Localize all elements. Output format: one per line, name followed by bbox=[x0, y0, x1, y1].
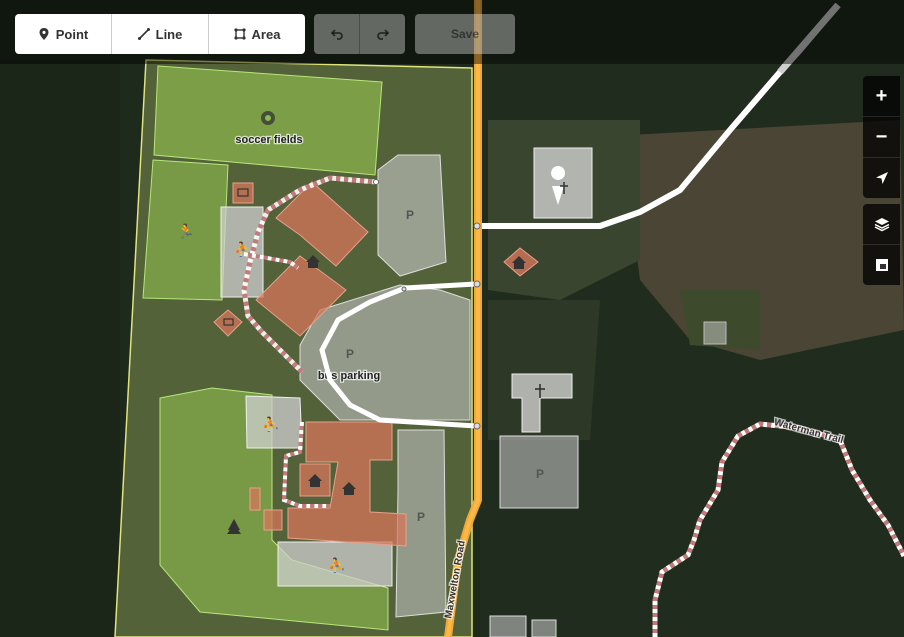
add-point-button[interactable]: Point bbox=[15, 14, 112, 54]
parking-symbol: P bbox=[417, 510, 425, 524]
small-building-2[interactable] bbox=[263, 509, 283, 531]
add-line-button[interactable]: Line bbox=[112, 14, 209, 54]
playground-icon: ⛹ bbox=[328, 556, 345, 574]
parking-lot-south[interactable] bbox=[489, 615, 527, 637]
area-label: Area bbox=[251, 26, 281, 42]
undo-icon bbox=[330, 29, 343, 40]
add-area-button[interactable]: Area bbox=[209, 14, 305, 54]
history-button-group bbox=[314, 14, 405, 54]
mode-button-group: Point Line Area bbox=[15, 14, 305, 54]
running-icon: 🏃 bbox=[177, 223, 194, 239]
church-building[interactable] bbox=[533, 147, 593, 219]
area-icon bbox=[233, 28, 246, 40]
line-label: Line bbox=[155, 26, 183, 42]
parking-lot-south-2[interactable] bbox=[531, 619, 557, 637]
parking-symbol: P bbox=[406, 208, 414, 222]
map-canvas[interactable]: soccer fields 🏃 ⛹ ⛹ ⛹ P P bus parking P … bbox=[0, 0, 904, 637]
map-data-button[interactable] bbox=[863, 245, 900, 285]
shed-building[interactable] bbox=[703, 321, 727, 345]
redo-icon bbox=[376, 29, 389, 40]
soccer-ball-icon bbox=[261, 111, 275, 125]
top-toolbar: Point Line Area Save bbox=[0, 0, 904, 64]
soccer-fields-label: soccer fields bbox=[235, 134, 302, 146]
parking-symbol: P bbox=[346, 347, 354, 361]
save-button[interactable]: Save bbox=[415, 14, 515, 54]
zoom-in-button[interactable]: + bbox=[863, 76, 900, 117]
zoom-out-button[interactable]: − bbox=[863, 117, 900, 158]
geolocate-button[interactable] bbox=[863, 158, 900, 198]
undo-button[interactable] bbox=[314, 14, 360, 54]
layers-icon bbox=[874, 218, 889, 232]
background-layers-button[interactable] bbox=[863, 204, 900, 245]
point-icon bbox=[39, 28, 49, 40]
redo-button[interactable] bbox=[360, 14, 405, 54]
parking-symbol: P bbox=[536, 467, 544, 481]
small-building-1[interactable] bbox=[249, 487, 261, 511]
map-data-controls bbox=[863, 204, 900, 285]
playground-icon: ⛹ bbox=[262, 415, 279, 433]
map-data-icon bbox=[875, 259, 888, 271]
zoom-controls: + − bbox=[863, 76, 900, 198]
line-icon bbox=[137, 28, 150, 40]
location-arrow-icon bbox=[875, 172, 888, 184]
shelter-building-1[interactable] bbox=[232, 182, 254, 204]
point-label: Point bbox=[55, 26, 89, 42]
